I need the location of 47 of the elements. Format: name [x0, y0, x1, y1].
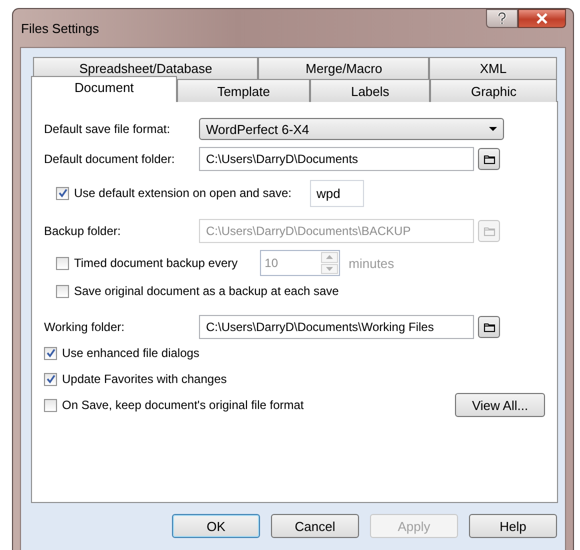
field-label: Default save file format: — [44, 122, 172, 136]
unit-label: minutes — [348, 256, 394, 270]
format-dropdown[interactable]: WordPerfect 6-X4 — [199, 118, 504, 140]
checkbox[interactable] — [44, 346, 57, 360]
folder-icon — [484, 154, 494, 164]
tab[interactable]: Document — [31, 76, 178, 102]
checkbox[interactable] — [44, 372, 57, 386]
help-button[interactable] — [486, 9, 518, 28]
view-all-button[interactable]: View All... — [455, 393, 545, 417]
dialog-button[interactable]: Help — [469, 514, 557, 538]
tab[interactable]: XML — [429, 57, 557, 79]
dialog-button[interactable]: OK — [172, 514, 260, 538]
tab[interactable]: Spreadsheet/Database — [33, 57, 258, 79]
folder-icon — [484, 322, 494, 332]
window-title: Files Settings — [20, 20, 100, 36]
dialog-button: Apply — [370, 514, 458, 538]
checkbox-label: Use enhanced file dialogs — [62, 346, 200, 360]
dropdown-arrow-icon — [489, 127, 497, 131]
browse-button[interactable] — [478, 316, 500, 338]
field-label: Working folder: — [44, 320, 126, 334]
checkbox[interactable] — [56, 284, 69, 298]
checkbox-label: Timed document backup every — [74, 256, 238, 270]
tab[interactable]: Template — [177, 79, 310, 102]
field-label: Default document folder: — [44, 152, 176, 166]
close-icon — [536, 13, 548, 24]
tab[interactable]: Labels — [310, 79, 430, 102]
help-icon — [497, 12, 507, 25]
folder-field[interactable]: C:\Users\DarryD\Documents\Working Files — [199, 315, 474, 339]
browse-button[interactable] — [478, 148, 500, 170]
checkbox-label: Use default extension on open and save: — [74, 186, 292, 200]
tab[interactable]: Graphic — [430, 79, 557, 102]
number-spinner: 10 — [260, 250, 340, 276]
dialog-button[interactable]: Cancel — [271, 514, 359, 538]
folder-icon — [484, 226, 494, 236]
checkbox-label: Update Favorites with changes — [62, 372, 227, 386]
checkbox-label: Save original document as a backup at each save — [74, 284, 339, 298]
checkbox[interactable] — [56, 186, 69, 200]
field-label: Backup folder: — [44, 224, 122, 238]
extension-field[interactable]: wpd — [310, 180, 364, 206]
up-arrow-icon — [326, 255, 333, 260]
close-button[interactable] — [518, 9, 566, 28]
tab[interactable]: Merge/Macro — [258, 57, 430, 79]
down-arrow-icon — [326, 266, 333, 271]
folder-field: C:\Users\DarryD\Documents\BACKUP — [199, 219, 474, 243]
folder-field[interactable]: C:\Users\DarryD\Documents — [199, 147, 474, 171]
checkbox-label: On Save, keep document's original file format — [62, 398, 304, 412]
checkbox[interactable] — [44, 398, 57, 412]
